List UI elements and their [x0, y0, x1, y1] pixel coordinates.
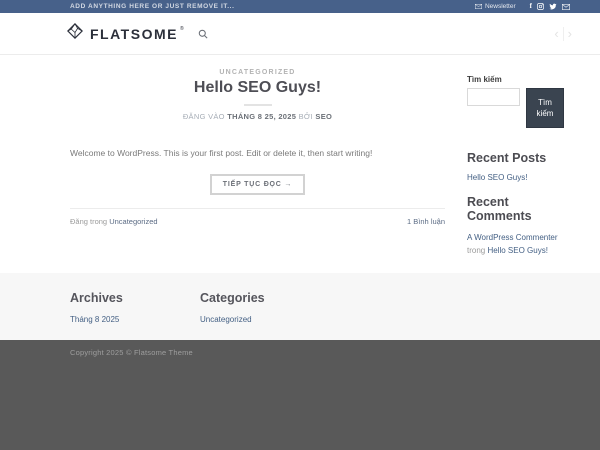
- categories-title: Categories: [200, 291, 265, 305]
- post-title: Hello SEO Guys!: [193, 79, 322, 96]
- posted-in-label: Đăng trong: [70, 216, 108, 226]
- copyright-text: Copyright 2025 © Flatsome Theme: [70, 348, 193, 357]
- post-date[interactable]: THÁNG 8 25, 2025: [227, 112, 296, 121]
- category-link[interactable]: Uncategorized: [109, 217, 157, 226]
- post-footer-meta: Đăng trong Uncategorized 1 Bình luận: [70, 207, 445, 226]
- archives-widget: Archives Tháng 8 2025: [70, 291, 200, 340]
- social-icons: f: [530, 3, 570, 10]
- post-category-label: UNCATEGORIZED: [219, 69, 296, 76]
- instagram-icon[interactable]: [537, 3, 544, 10]
- logo-text: FLATSOME: [90, 25, 178, 42]
- sidebar-search-button[interactable]: Tìm kiếm: [526, 88, 564, 128]
- post-article: UNCATEGORIZED Hello SEO Guys! ĐĂNG VÀO T…: [70, 55, 445, 273]
- email-icon[interactable]: [562, 3, 570, 10]
- recent-posts-widget: Recent Posts Hello SEO Guys!: [467, 151, 565, 182]
- search-widget-label: Tìm kiếm: [467, 75, 502, 84]
- recent-post-link[interactable]: Hello SEO Guys!: [467, 173, 565, 182]
- logo-registered-mark: ®: [179, 25, 184, 32]
- footer-widgets: Archives Tháng 8 2025 Categories Uncateg…: [0, 273, 600, 340]
- site-header: FLATSOME ® ‹ ›: [0, 13, 600, 55]
- post-excerpt: Welcome to WordPress. This is your first…: [70, 148, 373, 158]
- recent-comment-item: A WordPress Commenter trong Hello SEO Gu…: [467, 231, 565, 257]
- facebook-icon[interactable]: f: [530, 3, 532, 10]
- prev-post-arrow[interactable]: ‹: [554, 27, 558, 40]
- page-content: UNCATEGORIZED Hello SEO Guys! ĐĂNG VÀO T…: [0, 55, 600, 273]
- post-author[interactable]: SEO: [315, 112, 332, 121]
- newsletter-label: Newsletter: [484, 3, 516, 10]
- comments-link[interactable]: 1 Bình luận: [407, 217, 445, 226]
- archives-title: Archives: [70, 291, 123, 305]
- read-more-button[interactable]: TIẾP TỤC ĐỌC →: [209, 173, 306, 195]
- archive-month-link[interactable]: Tháng 8 2025: [70, 315, 200, 324]
- recent-comments-title: Recent Comments: [467, 195, 532, 223]
- title-divider: [243, 104, 272, 106]
- recent-comments-widget: Recent Comments A WordPress Commenter tr…: [467, 195, 565, 257]
- recent-posts-title: Recent Posts: [467, 151, 547, 165]
- topbar-message: ADD ANYTHING HERE OR JUST REMOVE IT...: [70, 3, 235, 10]
- comment-connector: trong: [467, 246, 486, 256]
- newsletter-envelope-icon: [474, 4, 482, 9]
- categories-widget: Categories Uncategorized: [200, 291, 330, 340]
- commenter-link[interactable]: A WordPress Commenter: [467, 233, 558, 242]
- topbar: ADD ANYTHING HERE OR JUST REMOVE IT... N…: [0, 0, 600, 13]
- sidebar: Tìm kiếm Tìm kiếm Recent Posts Hello SEO…: [467, 55, 565, 273]
- next-post-arrow[interactable]: ›: [568, 27, 572, 40]
- flatsome-gem-icon: [66, 22, 84, 45]
- post-date-line: ĐĂNG VÀO THÁNG 8 25, 2025 BỞI SEO: [70, 112, 445, 121]
- commented-post-link[interactable]: Hello SEO Guys!: [487, 246, 547, 255]
- search-icon[interactable]: [198, 29, 208, 39]
- sidebar-search-input[interactable]: [467, 88, 520, 106]
- nav-divider: [562, 26, 564, 41]
- by-label: BỞI: [298, 112, 314, 121]
- newsletter-link[interactable]: Newsletter: [474, 3, 516, 10]
- topbar-right: Newsletter f: [474, 3, 570, 10]
- footer-category-link[interactable]: Uncategorized: [200, 315, 330, 324]
- posted-on-label: ĐĂNG VÀO: [182, 112, 225, 121]
- search-widget: Tìm kiếm: [467, 88, 565, 128]
- post-header: UNCATEGORIZED Hello SEO Guys! ĐĂNG VÀO T…: [70, 69, 445, 121]
- post-navigation: ‹ ›: [554, 26, 572, 41]
- absolute-footer: Copyright 2025 © Flatsome Theme: [0, 340, 600, 450]
- posted-in: Đăng trong Uncategorized: [70, 217, 158, 226]
- site-logo[interactable]: FLATSOME ®: [66, 22, 188, 45]
- twitter-icon[interactable]: [549, 3, 557, 10]
